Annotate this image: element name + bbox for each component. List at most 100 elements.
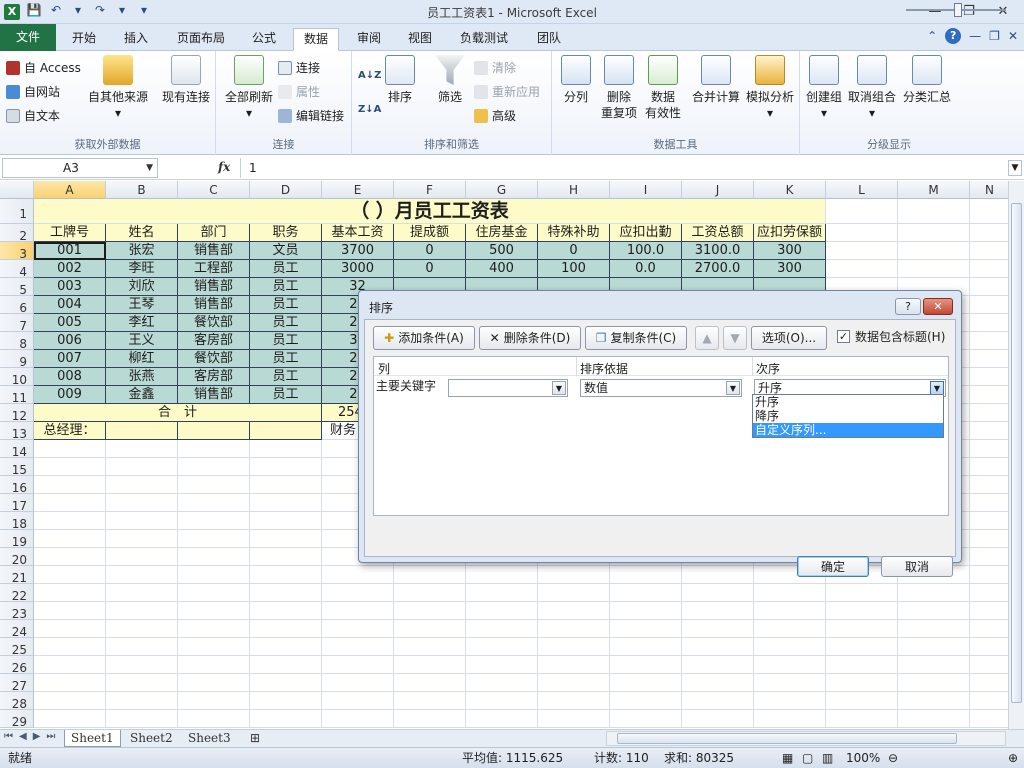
- column-header-e[interactable]: E: [322, 181, 394, 199]
- row-header-22[interactable]: 22: [0, 584, 34, 603]
- empty-cell[interactable]: [178, 476, 250, 494]
- help-icon[interactable]: ?: [945, 28, 962, 44]
- empty-cell[interactable]: [322, 710, 394, 728]
- data-cell[interactable]: 2700.0: [682, 260, 754, 278]
- empty-cell[interactable]: [682, 602, 754, 620]
- row-header-5[interactable]: 5: [0, 278, 34, 297]
- empty-cell[interactable]: [682, 710, 754, 728]
- empty-cell[interactable]: [970, 314, 1008, 332]
- cancel-button[interactable]: 取消: [881, 556, 953, 577]
- dialog-close-button[interactable]: ✕: [923, 298, 953, 315]
- row-header-6[interactable]: 6: [0, 296, 34, 315]
- empty-cell[interactable]: [538, 692, 610, 710]
- empty-cell[interactable]: [970, 296, 1008, 314]
- order-option-ascending[interactable]: 升序: [753, 395, 943, 409]
- empty-cell[interactable]: [970, 242, 1008, 260]
- data-cell[interactable]: 员工: [250, 332, 322, 350]
- empty-cell[interactable]: [970, 674, 1008, 692]
- group-button[interactable]: 创建组 ▾: [804, 55, 844, 121]
- empty-cell[interactable]: [538, 674, 610, 692]
- empty-cell[interactable]: [898, 602, 970, 620]
- empty-cell[interactable]: [970, 224, 1008, 242]
- empty-cell[interactable]: [394, 692, 466, 710]
- sort-button[interactable]: 排序: [382, 55, 418, 105]
- data-cell[interactable]: 员工: [250, 296, 322, 314]
- data-cell[interactable]: 文员: [250, 242, 322, 260]
- minimize-ribbon-icon[interactable]: ⌃: [927, 29, 937, 43]
- empty-cell[interactable]: [466, 692, 538, 710]
- zoom-level[interactable]: 100%: [846, 748, 880, 768]
- empty-cell[interactable]: [106, 584, 178, 602]
- empty-cell[interactable]: [394, 620, 466, 638]
- tab-file[interactable]: 文件: [0, 24, 56, 51]
- empty-cell[interactable]: [34, 494, 106, 512]
- text-to-columns-button[interactable]: 分列: [556, 55, 596, 105]
- column-header-d[interactable]: D: [250, 181, 322, 199]
- empty-cell[interactable]: [250, 692, 322, 710]
- empty-cell[interactable]: [250, 602, 322, 620]
- column-header-i[interactable]: I: [610, 181, 682, 199]
- row-header-9[interactable]: 9: [0, 350, 34, 369]
- empty-cell[interactable]: [250, 710, 322, 728]
- data-cell[interactable]: 张宏: [106, 242, 178, 260]
- header-cell[interactable]: 职务: [250, 224, 322, 242]
- row-header-26[interactable]: 26: [0, 656, 34, 675]
- data-cell[interactable]: 005: [34, 314, 106, 332]
- chevron-down-icon[interactable]: ▼: [930, 381, 944, 395]
- empty-cell[interactable]: [826, 584, 898, 602]
- empty-cell[interactable]: [538, 710, 610, 728]
- empty-cell[interactable]: [106, 548, 178, 566]
- empty-cell[interactable]: [178, 602, 250, 620]
- empty-cell[interactable]: [970, 512, 1008, 530]
- empty-cell[interactable]: [106, 602, 178, 620]
- page-break-view-icon[interactable]: ▥: [822, 748, 833, 768]
- column-header-f[interactable]: F: [394, 181, 466, 199]
- data-cell[interactable]: 008: [34, 368, 106, 386]
- empty-cell[interactable]: [250, 620, 322, 638]
- empty-cell[interactable]: [826, 260, 898, 278]
- data-cell[interactable]: 004: [34, 296, 106, 314]
- prev-sheet-icon[interactable]: ◀: [19, 731, 27, 742]
- data-cell[interactable]: 100: [538, 260, 610, 278]
- empty-cell[interactable]: [178, 548, 250, 566]
- what-if-analysis-button[interactable]: 模拟分析 ▾: [744, 55, 796, 121]
- empty-cell[interactable]: [970, 710, 1008, 728]
- empty-cell[interactable]: [322, 584, 394, 602]
- doc-close-icon[interactable]: ✕: [1008, 29, 1018, 43]
- data-cell[interactable]: 0.0: [610, 260, 682, 278]
- row-header-23[interactable]: 23: [0, 602, 34, 621]
- empty-cell[interactable]: [898, 620, 970, 638]
- data-cell[interactable]: 餐饮部: [178, 350, 250, 368]
- first-sheet-icon[interactable]: ⏮: [4, 731, 13, 742]
- column-header-k[interactable]: K: [754, 181, 826, 199]
- chevron-down-icon[interactable]: ▼: [726, 381, 740, 395]
- empty-cell[interactable]: [106, 656, 178, 674]
- empty-cell[interactable]: [250, 656, 322, 674]
- empty-cell[interactable]: [970, 638, 1008, 656]
- minimize-button[interactable]: —: [918, 2, 952, 22]
- row-header-25[interactable]: 25: [0, 638, 34, 657]
- data-cell[interactable]: 员工: [250, 278, 322, 296]
- sheet-tab-sheet3[interactable]: Sheet3: [182, 730, 237, 747]
- properties-button[interactable]: 属性: [278, 81, 320, 103]
- empty-cell[interactable]: [754, 692, 826, 710]
- empty-cell[interactable]: [898, 260, 970, 278]
- empty-cell[interactable]: [178, 494, 250, 512]
- row-header-3[interactable]: 3: [0, 242, 34, 261]
- header-cell[interactable]: 基本工资: [322, 224, 394, 242]
- add-level-button[interactable]: ✚ 添加条件(A): [373, 326, 475, 350]
- header-cell[interactable]: 部门: [178, 224, 250, 242]
- data-cell[interactable]: 007: [34, 350, 106, 368]
- data-cell[interactable]: 0: [538, 242, 610, 260]
- vertical-scroll-thumb[interactable]: [1011, 203, 1022, 703]
- order-option-descending[interactable]: 降序: [753, 409, 943, 423]
- empty-cell[interactable]: [970, 278, 1008, 296]
- data-cell[interactable]: 李旺: [106, 260, 178, 278]
- expand-formula-bar-icon[interactable]: ▼: [1008, 160, 1022, 176]
- column-header-m[interactable]: M: [898, 181, 970, 199]
- column-header-c[interactable]: C: [178, 181, 250, 199]
- formula-input[interactable]: 1: [240, 158, 1008, 178]
- row-header-1[interactable]: 1: [0, 199, 34, 224]
- header-cell[interactable]: 工牌号: [34, 224, 106, 242]
- data-cell[interactable]: 003: [34, 278, 106, 296]
